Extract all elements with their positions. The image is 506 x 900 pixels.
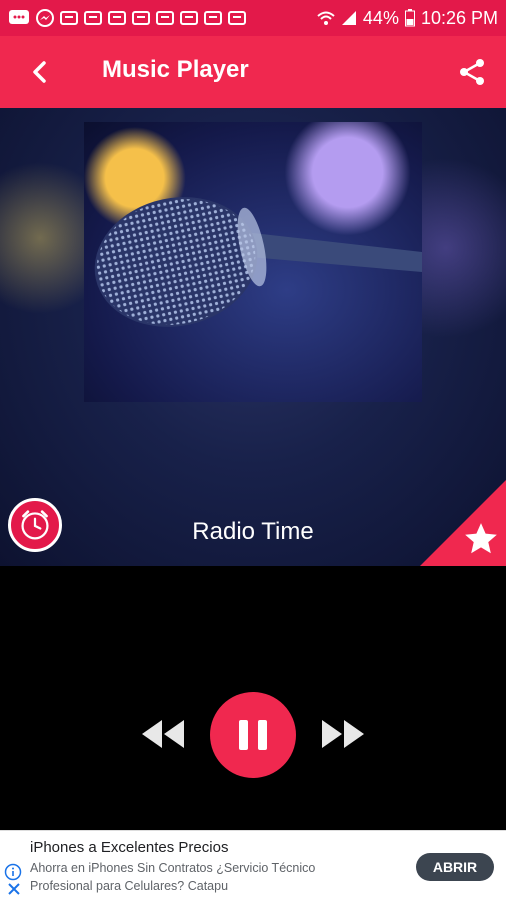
ad-title[interactable]: iPhones a Excelentes Precios	[30, 839, 228, 856]
clock: 10:26 PM	[420, 7, 498, 28]
pause-button[interactable]	[210, 692, 296, 778]
fast-forward-icon[interactable]	[320, 716, 366, 752]
radio-notification-icon	[84, 11, 102, 25]
app-bar: Music Player	[0, 36, 506, 108]
playback-controls	[0, 566, 506, 830]
battery-percentage: 44%	[362, 7, 399, 28]
messages-icon	[9, 10, 29, 24]
radio-notification-icon	[132, 11, 150, 25]
radio-notification-icon	[204, 11, 222, 25]
radio-notification-icon	[60, 11, 78, 25]
ad-description: Ahorra en iPhones Sin Contratos ¿Servici…	[30, 861, 316, 893]
messenger-icon	[36, 9, 54, 27]
back-arrow-icon[interactable]	[26, 58, 54, 86]
rewind-icon[interactable]	[140, 716, 186, 752]
status-indicators: 44% 10:26 PM	[317, 8, 498, 29]
ad-open-button[interactable]: ABRIR	[416, 853, 494, 881]
page-title: Music Player	[102, 56, 249, 83]
ad-banner[interactable]: iPhones a Excelentes Precios Ahorra en i…	[0, 830, 506, 900]
notification-icons	[8, 9, 246, 27]
star-icon[interactable]	[462, 520, 500, 558]
wifi-icon	[317, 11, 335, 25]
radio-notification-icon	[228, 11, 246, 25]
now-playing-panel: Radio Time	[0, 108, 506, 566]
radio-notification-icon	[156, 11, 174, 25]
signal-icon	[341, 11, 356, 25]
status-bar: 44% 10:26 PM	[0, 0, 506, 36]
share-icon[interactable]	[456, 56, 488, 88]
radio-notification-icon	[108, 11, 126, 25]
pause-icon	[239, 720, 267, 750]
microphone-image	[94, 197, 422, 327]
close-icon[interactable]	[6, 881, 22, 897]
album-art	[84, 122, 422, 402]
battery-icon	[404, 9, 415, 27]
info-icon[interactable]	[4, 863, 22, 881]
radio-notification-icon	[180, 11, 198, 25]
